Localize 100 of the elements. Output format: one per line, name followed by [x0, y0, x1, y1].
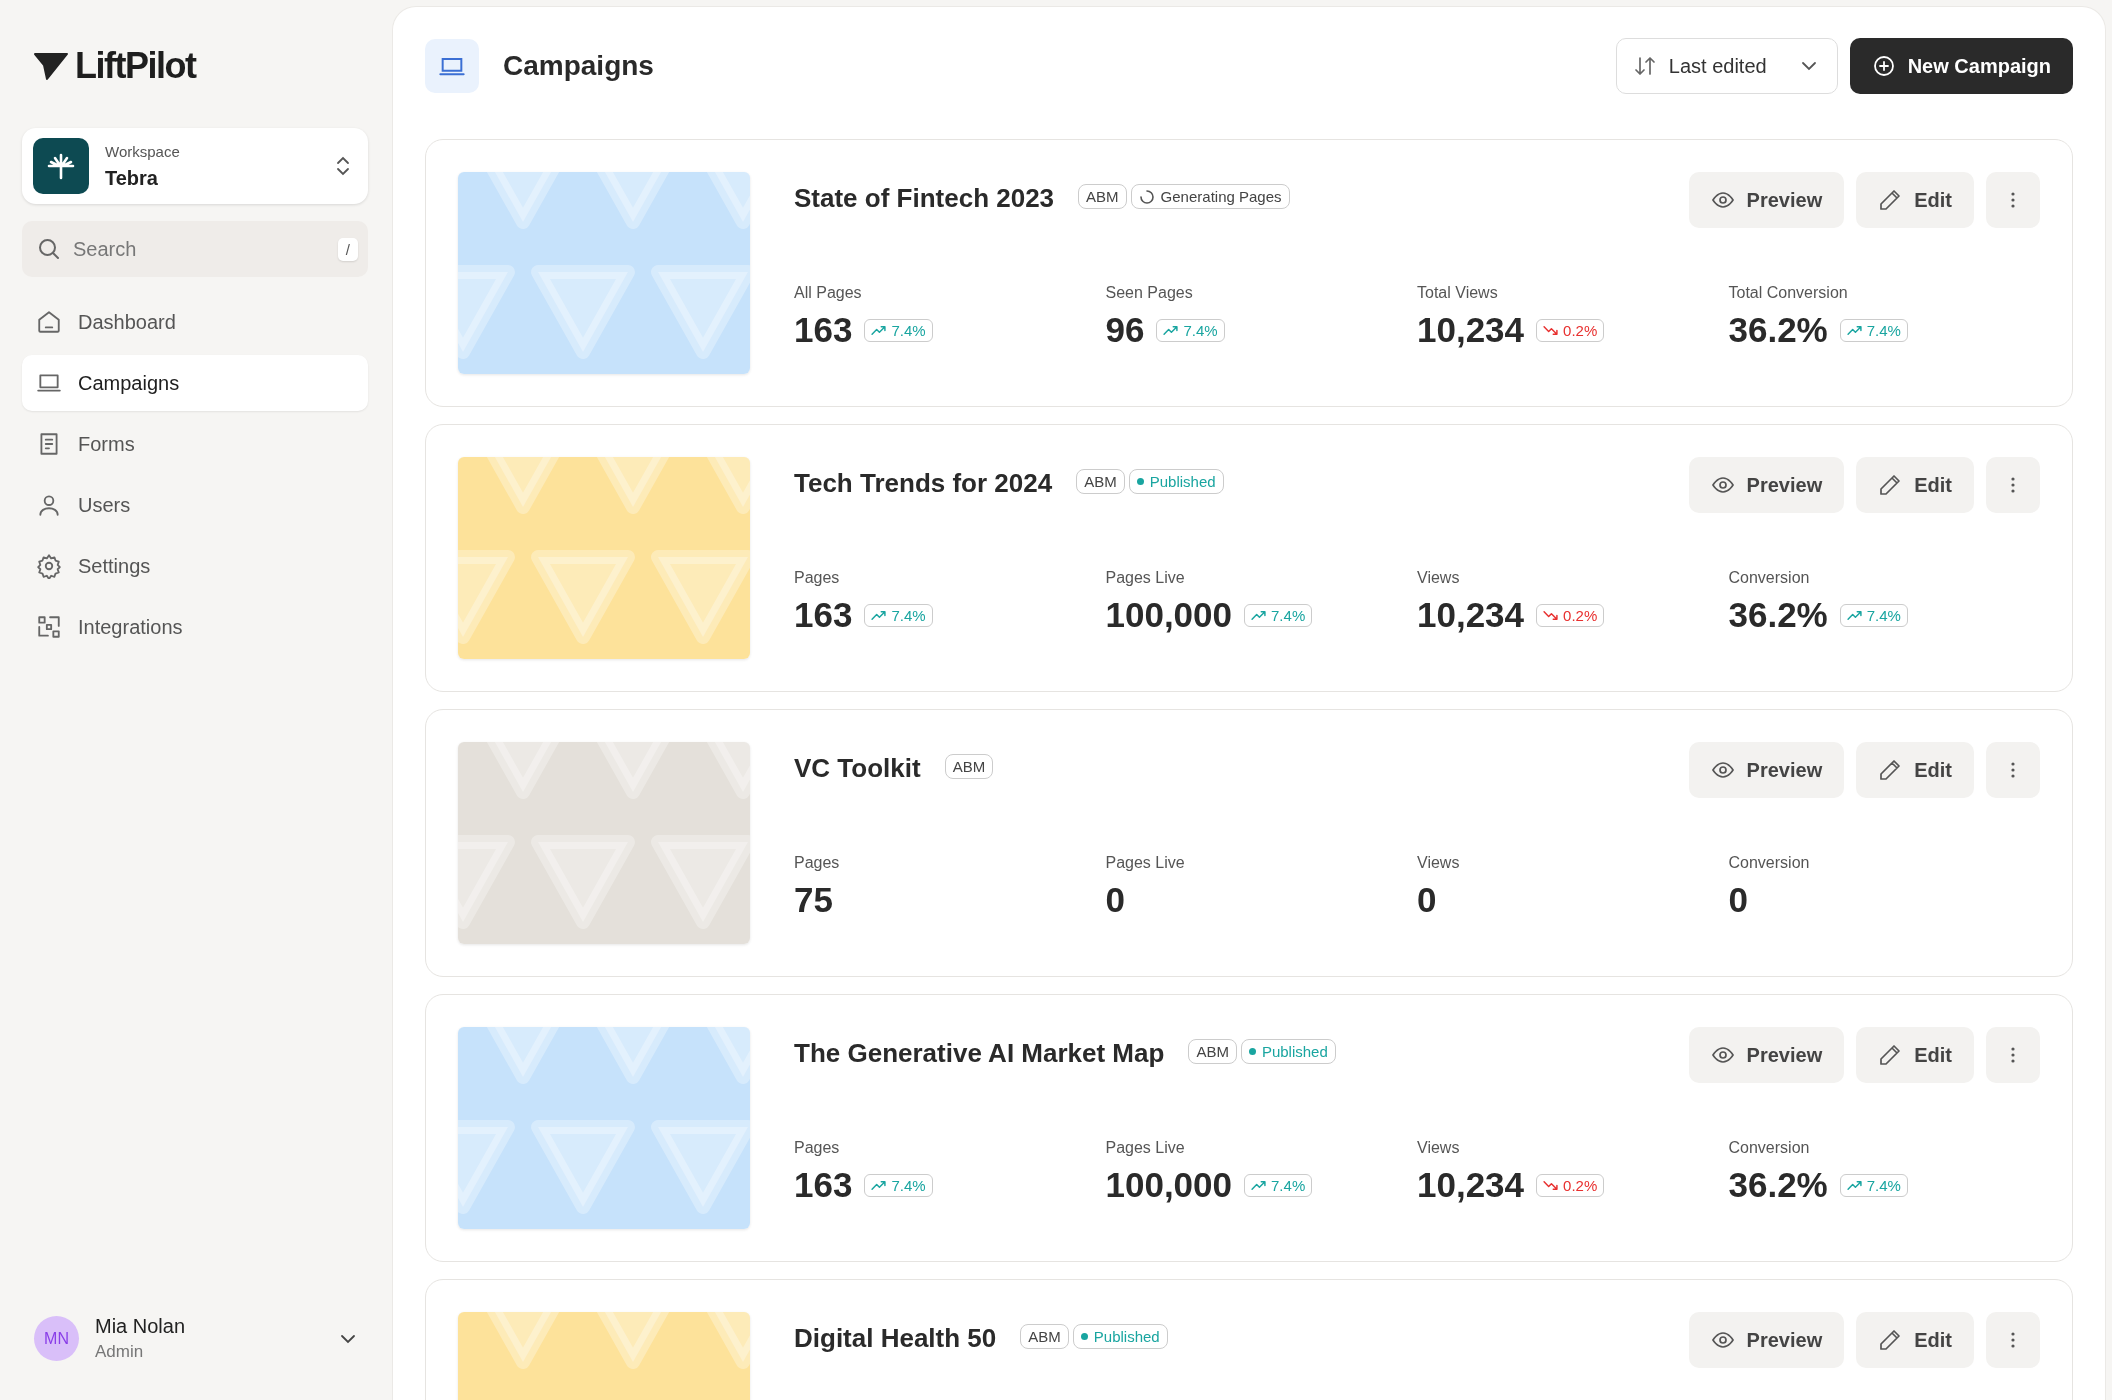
status-dot	[1248, 1048, 1256, 1055]
chevron-updown-icon	[336, 155, 350, 177]
stat-label: Pages	[794, 1139, 841, 1157]
stat-value: 0	[1105, 880, 1125, 920]
nav-item[interactable]: Dashboard	[22, 294, 368, 350]
stat-value: 36.2%	[1728, 595, 1828, 635]
change-badge: 7.4%	[864, 318, 933, 342]
search-input[interactable]: Search	[71, 236, 328, 262]
chevron-down-icon	[340, 1333, 356, 1344]
trend-down-icon	[1543, 1179, 1559, 1191]
laptop-icon	[425, 39, 479, 93]
user-name: Mia Nolan	[95, 1315, 187, 1338]
trend-up-icon	[1163, 324, 1179, 336]
campaign-title: The Generative AI Market Map	[794, 1038, 1165, 1069]
user-menu[interactable]: MN Mia Nolan Admin	[22, 1315, 368, 1362]
home-icon	[36, 309, 62, 335]
more-icon	[2011, 1332, 2015, 1348]
stat-value: 10,234	[1417, 595, 1525, 635]
brand-name: LiftPilot	[75, 45, 196, 87]
change-badge: 0.2%	[1536, 1173, 1605, 1197]
more-button[interactable]	[1986, 1312, 2040, 1368]
stat-label: Conversion	[1728, 854, 1811, 872]
nav-item[interactable]: Settings	[22, 538, 368, 594]
workspace-switcher[interactable]: Workspace Tebra	[22, 128, 368, 204]
more-button[interactable]	[1986, 1027, 2040, 1083]
sort-dropdown[interactable]: Last edited	[1615, 38, 1838, 94]
stat-label: Conversion	[1728, 1139, 1811, 1157]
campaign-title: State of Fintech 2023	[794, 183, 1055, 214]
tag: ABM	[1076, 469, 1125, 494]
campaign-title: VC Toolkit	[794, 753, 921, 784]
shortcut-key: /	[337, 237, 358, 261]
trend-up-icon	[1846, 324, 1862, 336]
more-icon	[2011, 192, 2015, 208]
user-role: Admin	[95, 1342, 145, 1362]
workspace-name: Tebra	[105, 166, 159, 190]
nav-item[interactable]: Campaigns	[22, 355, 368, 411]
logo-icon	[33, 51, 69, 81]
more-button[interactable]	[1986, 742, 2040, 798]
stat-value: 0	[1417, 880, 1437, 920]
workspace-logo-icon	[33, 138, 89, 194]
status-badge: Published	[1072, 1324, 1168, 1349]
stat-label: Pages	[794, 854, 841, 872]
edit-button[interactable]: Edit	[1856, 1027, 1974, 1083]
preview-button[interactable]: Preview	[1688, 1312, 1845, 1368]
trend-up-icon	[871, 609, 887, 621]
edit-button[interactable]: Edit	[1856, 1312, 1974, 1368]
preview-button[interactable]: Preview	[1688, 457, 1845, 513]
change-badge: 0.2%	[1536, 318, 1605, 342]
sort-icon	[1632, 54, 1657, 78]
change-badge: 7.4%	[1839, 1173, 1908, 1197]
tag: ABM	[1078, 184, 1127, 209]
edit-button[interactable]: Edit	[1856, 742, 1974, 798]
campaign-title: Digital Health 50	[794, 1323, 997, 1354]
preview-button[interactable]: Preview	[1688, 1027, 1845, 1083]
stat-value: 36.2%	[1728, 310, 1828, 350]
nav-item[interactable]: Integrations	[22, 599, 368, 655]
preview-button[interactable]: Preview	[1688, 172, 1845, 228]
stat-label: Views	[1417, 569, 1461, 587]
stat-value: 163	[794, 595, 853, 635]
change-badge: 7.4%	[864, 1173, 933, 1197]
trend-up-icon	[871, 324, 887, 336]
stat-value: 100,000	[1105, 1165, 1233, 1205]
trend-down-icon	[1543, 324, 1559, 336]
change-badge: 7.4%	[1244, 1173, 1313, 1197]
change-badge: 7.4%	[1839, 603, 1908, 627]
status-badge: Published	[1128, 469, 1224, 494]
plus-circle-icon	[1871, 54, 1896, 78]
change-badge: 7.4%	[1156, 318, 1225, 342]
edit-button[interactable]: Edit	[1856, 457, 1974, 513]
stat-label: Views	[1417, 1139, 1461, 1157]
edit-button[interactable]: Edit	[1856, 172, 1974, 228]
status-badge: Published	[1240, 1039, 1336, 1064]
trend-up-icon	[871, 1179, 887, 1191]
pencil-icon	[1878, 758, 1903, 782]
preview-button[interactable]: Preview	[1688, 742, 1845, 798]
stat-label: Pages Live	[1105, 1139, 1186, 1157]
nav-item[interactable]: Users	[22, 477, 368, 533]
trend-up-icon	[1251, 609, 1267, 621]
page-title: Campaigns	[503, 50, 654, 82]
search-field[interactable]: Search /	[22, 221, 368, 277]
stat-label: All Pages	[794, 284, 863, 302]
stat-label: Seen Pages	[1105, 284, 1194, 302]
new-campaign-button[interactable]: New Campaign	[1849, 38, 2073, 94]
blocks-icon	[36, 614, 62, 640]
more-icon	[2011, 1047, 2015, 1063]
change-badge: 7.4%	[1839, 318, 1908, 342]
more-button[interactable]	[1986, 457, 2040, 513]
workspace-label: Workspace	[105, 142, 181, 160]
more-icon	[2011, 762, 2015, 778]
stat-value: 100,000	[1105, 595, 1233, 635]
tag: ABM	[1188, 1039, 1237, 1064]
stat-value: 75	[794, 880, 833, 920]
nav-item[interactable]: Forms	[22, 416, 368, 472]
stat-label: Total Views	[1417, 284, 1499, 302]
more-button[interactable]	[1986, 172, 2040, 228]
pencil-icon	[1878, 473, 1903, 497]
stat-label: Pages Live	[1105, 854, 1186, 872]
stat-value: 10,234	[1417, 1165, 1525, 1205]
trend-down-icon	[1543, 609, 1559, 621]
tag: ABM	[1020, 1324, 1069, 1349]
